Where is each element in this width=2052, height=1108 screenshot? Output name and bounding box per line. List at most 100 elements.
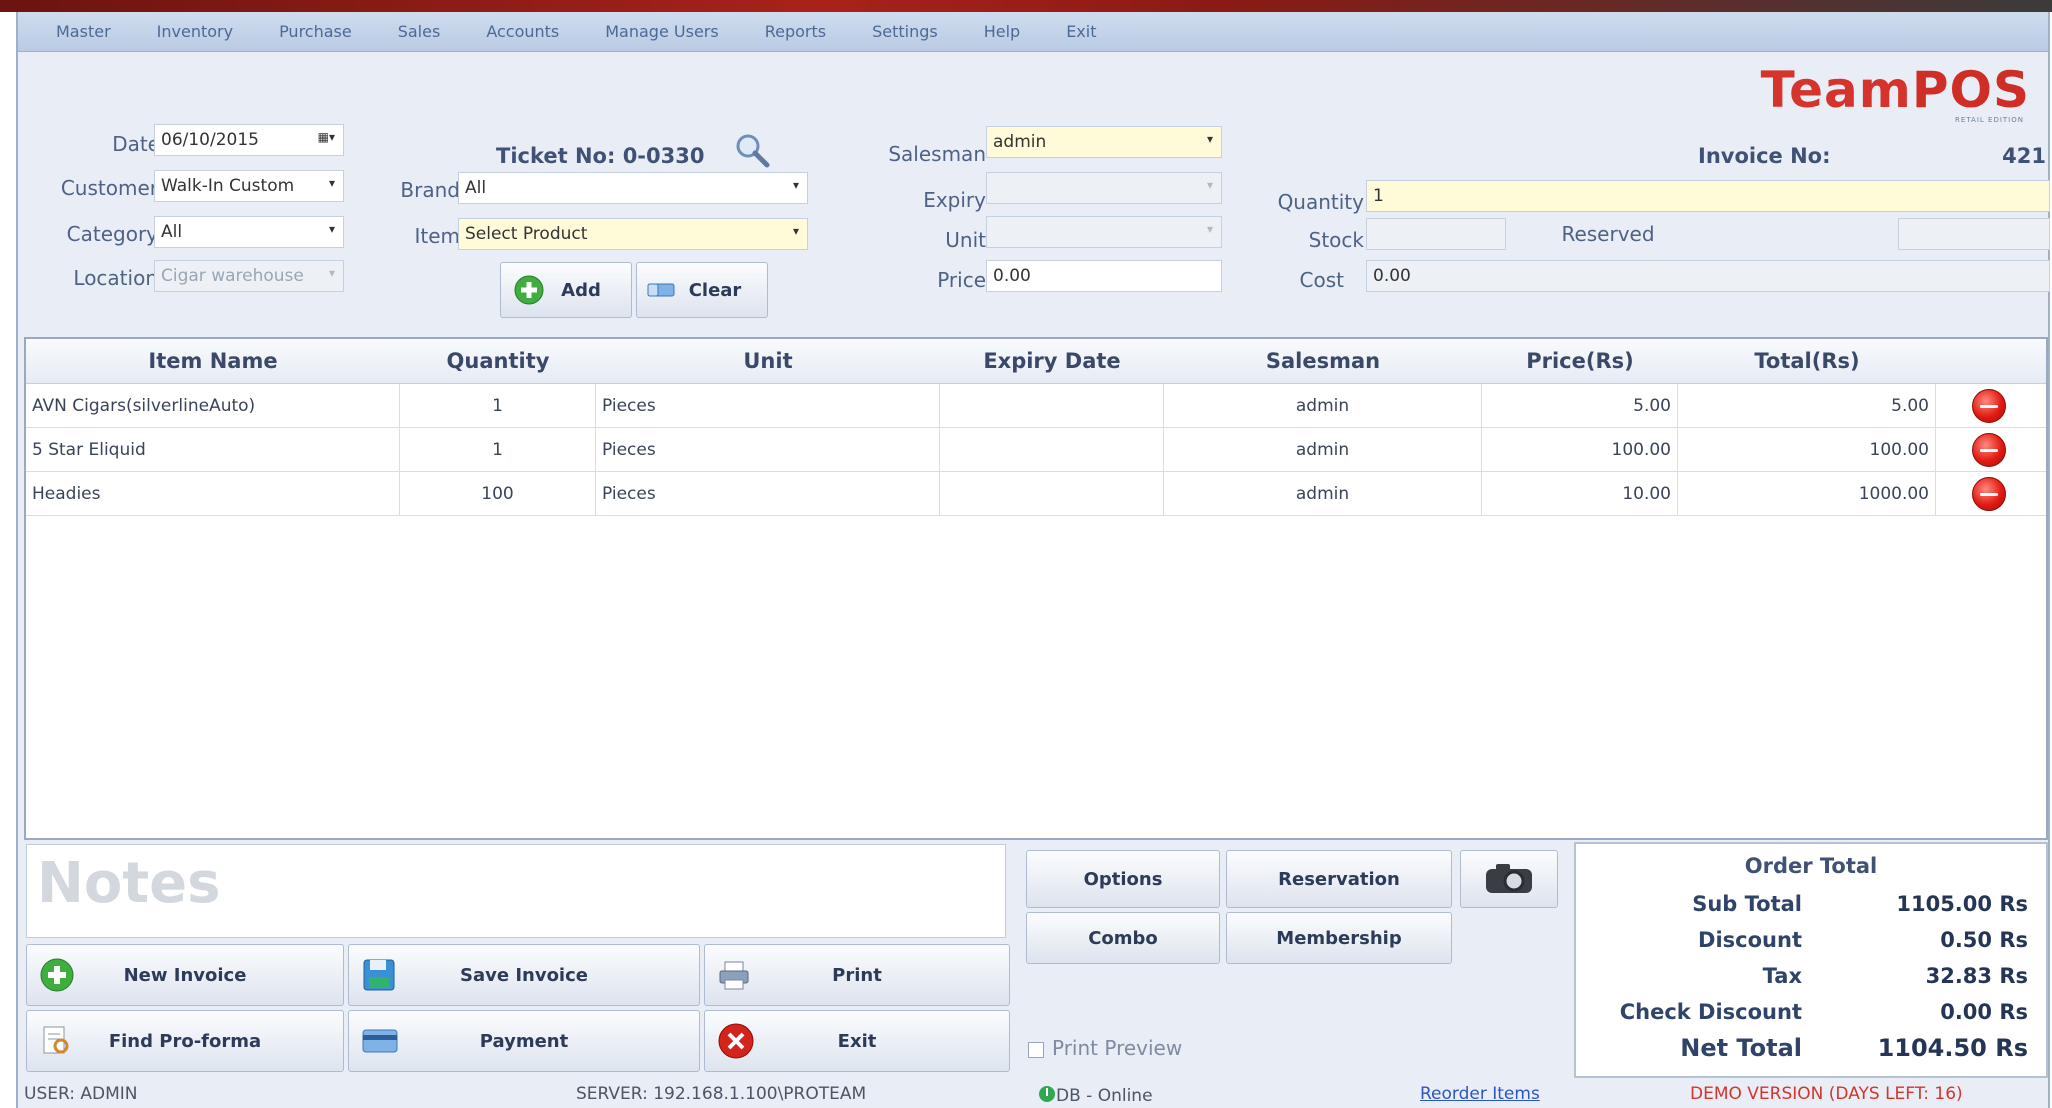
combo-button[interactable]: Combo xyxy=(1026,912,1220,964)
chevron-down-icon: ▾ xyxy=(792,224,799,238)
notes-input[interactable]: Notes xyxy=(26,844,1006,938)
menu-accounts[interactable]: Accounts xyxy=(486,22,559,41)
date-label: Date xyxy=(112,132,160,156)
delete-row-icon[interactable] xyxy=(1972,432,2006,467)
menu-master[interactable]: Master xyxy=(56,22,111,41)
exit-label: Exit xyxy=(837,1030,877,1052)
sub-total-label: Sub Total xyxy=(1692,892,1802,916)
menu-reports[interactable]: Reports xyxy=(765,22,826,41)
category-dropdown[interactable]: All ▾ xyxy=(154,216,344,248)
print-preview-checkbox[interactable]: Print Preview xyxy=(1028,1036,1182,1060)
col-unit[interactable]: Unit xyxy=(596,339,940,383)
price-input[interactable]: 0.00 xyxy=(986,260,1222,292)
quantity-input[interactable]: 1 xyxy=(1366,180,2050,212)
stock-field xyxy=(1366,218,1506,250)
payment-button[interactable]: Payment xyxy=(348,1010,700,1072)
plus-icon xyxy=(40,958,74,992)
online-icon xyxy=(1039,1086,1055,1102)
order-total-title: Order Total xyxy=(1744,854,1878,878)
col-item-name[interactable]: Item Name xyxy=(26,339,400,383)
cell-salesman: admin xyxy=(1164,428,1482,471)
date-value: 06/10/2015 xyxy=(161,130,259,150)
delete-row-icon[interactable] xyxy=(1972,476,2006,511)
ticket-number: Ticket No: 0-0330 xyxy=(496,144,704,168)
expiry-dropdown[interactable]: ▾ xyxy=(986,172,1222,204)
cell-item-name: 5 Star Eliquid xyxy=(26,428,400,471)
table-row[interactable]: Headies 100 Pieces admin 10.00 1000.00 xyxy=(26,472,2046,516)
clear-label: Clear xyxy=(688,279,742,301)
reserved-label: Reserved xyxy=(1561,222,1655,246)
date-picker[interactable]: 06/10/2015 ▦▾ xyxy=(154,124,344,156)
table-row[interactable]: AVN Cigars(silverlineAuto) 1 Pieces admi… xyxy=(26,384,2046,428)
cell-expiry xyxy=(940,384,1164,427)
close-icon xyxy=(718,1023,754,1059)
col-total[interactable]: Total(Rs) xyxy=(1678,339,1936,383)
item-dropdown[interactable]: Select Product ▾ xyxy=(458,218,808,250)
salesman-value: admin xyxy=(993,132,1047,152)
net-total-label: Net Total xyxy=(1680,1034,1802,1062)
menu-sales[interactable]: Sales xyxy=(398,22,441,41)
price-label: Price xyxy=(937,268,986,292)
salesman-label: Salesman xyxy=(888,142,986,166)
print-button[interactable]: Print xyxy=(704,944,1010,1006)
camera-icon xyxy=(1486,864,1532,893)
cell-item-name: AVN Cigars(silverlineAuto) xyxy=(26,384,400,427)
unit-label: Unit xyxy=(945,228,986,252)
col-expiry-date[interactable]: Expiry Date xyxy=(940,339,1164,383)
exit-button[interactable]: Exit xyxy=(704,1010,1010,1072)
cell-total: 100.00 xyxy=(1678,428,1936,471)
tax-label: Tax xyxy=(1762,964,1802,988)
table-row[interactable]: 5 Star Eliquid 1 Pieces admin 100.00 100… xyxy=(26,428,2046,472)
menu-settings[interactable]: Settings xyxy=(872,22,938,41)
order-total-panel: Order Total Sub Total 1105.00 Rs Discoun… xyxy=(1574,842,2048,1078)
status-db: DB - Online xyxy=(1038,1084,1153,1106)
tax-value: 32.83 Rs xyxy=(1925,964,2028,988)
location-dropdown[interactable]: Cigar warehouse ▾ xyxy=(154,260,344,292)
camera-button[interactable] xyxy=(1460,850,1558,908)
ticket-value: 0-0330 xyxy=(622,144,705,168)
reorder-items-link[interactable]: Reorder Items xyxy=(1420,1084,1540,1104)
cell-total: 1000.00 xyxy=(1678,472,1936,515)
col-price[interactable]: Price(Rs) xyxy=(1482,339,1678,383)
invoice-label: Invoice No: xyxy=(1698,144,1831,168)
status-server: SERVER: 192.168.1.100\PROTEAM xyxy=(576,1084,867,1104)
brand-dropdown[interactable]: All ▾ xyxy=(458,172,808,204)
checkbox-icon[interactable] xyxy=(1028,1041,1044,1058)
menu-help[interactable]: Help xyxy=(984,22,1020,41)
search-icon[interactable] xyxy=(732,130,772,170)
unit-dropdown[interactable]: ▾ xyxy=(986,216,1222,248)
save-icon xyxy=(363,959,395,991)
clear-button[interactable]: Clear xyxy=(636,262,768,318)
save-invoice-button[interactable]: Save Invoice xyxy=(348,944,700,1006)
pos-window: Master Inventory Purchase Sales Accounts… xyxy=(16,12,2050,1108)
membership-button[interactable]: Membership xyxy=(1226,912,1452,964)
menu-inventory[interactable]: Inventory xyxy=(157,22,233,41)
category-value: All xyxy=(161,222,183,242)
add-button[interactable]: Add xyxy=(500,262,632,318)
status-user: USER: ADMIN xyxy=(24,1084,138,1104)
teampos-logo: TeamPOS RETAIL EDITION xyxy=(1761,64,2030,124)
menu-exit[interactable]: Exit xyxy=(1066,22,1096,41)
delete-row-icon[interactable] xyxy=(1972,388,2006,423)
cell-unit: Pieces xyxy=(596,428,940,471)
col-quantity[interactable]: Quantity xyxy=(400,339,596,383)
calendar-icon[interactable]: ▦▾ xyxy=(318,130,335,144)
menu-manage-users[interactable]: Manage Users xyxy=(605,22,718,41)
cell-total: 5.00 xyxy=(1678,384,1936,427)
save-invoice-label: Save Invoice xyxy=(460,964,588,986)
salesman-dropdown[interactable]: admin ▾ xyxy=(986,126,1222,158)
options-button[interactable]: Options xyxy=(1026,850,1220,908)
new-invoice-button[interactable]: New Invoice xyxy=(26,944,344,1006)
menu-purchase[interactable]: Purchase xyxy=(279,22,352,41)
price-value: 0.00 xyxy=(993,266,1031,286)
reservation-button[interactable]: Reservation xyxy=(1226,850,1452,908)
invoice-number: 421 xyxy=(2002,144,2046,168)
find-proforma-button[interactable]: Find Pro-forma xyxy=(26,1010,344,1072)
customer-dropdown[interactable]: Walk-In Custom ▾ xyxy=(154,170,344,202)
window-top-strip xyxy=(0,0,2052,12)
ticket-label: Ticket No: xyxy=(496,144,616,168)
cost-value: 0.00 xyxy=(1373,266,1411,286)
brand-label: Brand xyxy=(400,178,460,202)
options-label: Options xyxy=(1083,868,1163,890)
col-salesman[interactable]: Salesman xyxy=(1164,339,1482,383)
